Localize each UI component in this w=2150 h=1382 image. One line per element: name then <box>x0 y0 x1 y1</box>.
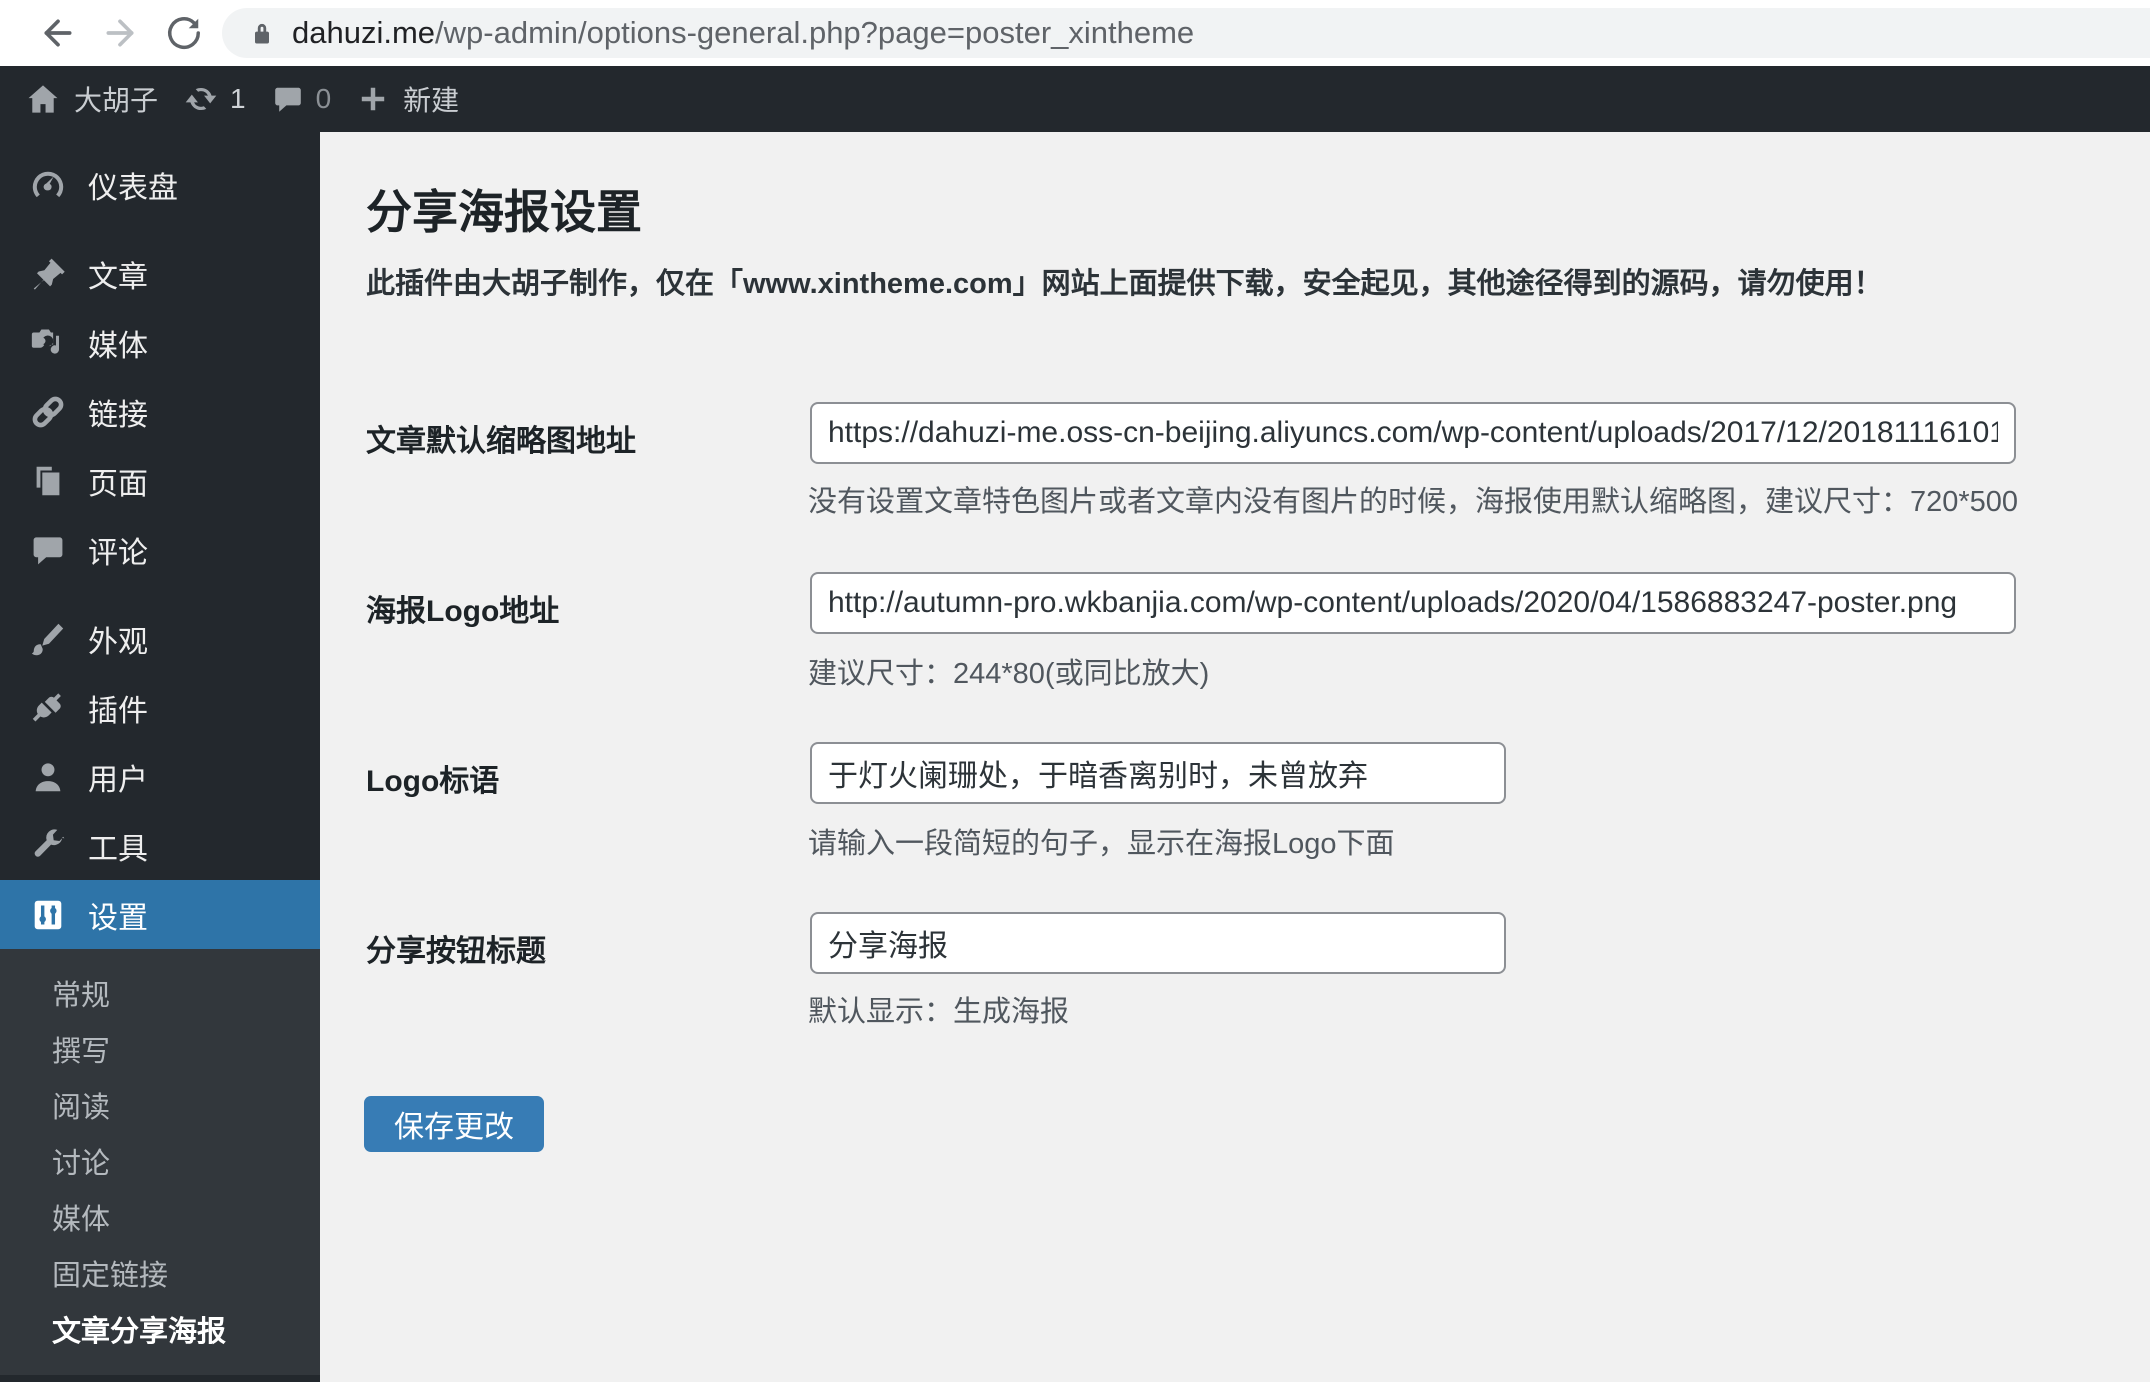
submenu-item-writing[interactable]: 撰写 <box>0 1021 320 1077</box>
toolbar-comments[interactable]: 0 <box>272 83 332 115</box>
tools-icon <box>28 826 68 866</box>
submenu-item-general[interactable]: 常规 <box>0 965 320 1021</box>
sidebar-item-plugins[interactable]: 插件 <box>0 673 320 742</box>
toolbar-new-label: 新建 <box>403 85 460 116</box>
sidebar-item-label: 链接 <box>88 398 148 432</box>
browser-chrome: dahuzi.me/wp-admin/options-general.php?p… <box>0 0 2150 66</box>
appearance-icon <box>28 619 68 659</box>
admin-sidebar: 仪表盘 文章 媒体 链接 页面 评论 外观 插件 用户 工具 设置 常规 撰写 … <box>0 132 338 1382</box>
main-content: 分享海报设置 此插件由大胡子制作，仅在「www.xintheme.com」网站上… <box>320 132 2150 1382</box>
plugin-notice: 此插件由大胡子制作，仅在「www.xintheme.com」网站上面提供下载，安… <box>366 268 1883 300</box>
links-icon <box>28 392 68 432</box>
url-host: dahuzi.me <box>292 15 436 50</box>
submenu-label: 讨论 <box>52 1148 111 1180</box>
field-hint-poster-logo: 建议尺寸：244*80(或同比放大) <box>808 658 1210 690</box>
sidebar-item-media[interactable]: 媒体 <box>0 308 320 377</box>
settings-icon <box>28 895 68 935</box>
posts-icon <box>28 254 68 294</box>
sidebar-item-label: 外观 <box>88 625 148 659</box>
sidebar-item-links[interactable]: 链接 <box>0 377 320 446</box>
submenu-label: 媒体 <box>52 1204 111 1236</box>
settings-submenu: 常规 撰写 阅读 讨论 媒体 固定链接 文章分享海报 <box>0 949 320 1375</box>
comments-icon <box>28 530 68 570</box>
toolbar-site-name: 大胡子 <box>74 85 159 116</box>
submenu-item-permalinks[interactable]: 固定链接 <box>0 1245 320 1301</box>
url-path: /wp-admin/options-general.php?page=poste… <box>435 15 1195 50</box>
submenu-item-reading[interactable]: 阅读 <box>0 1077 320 1133</box>
pages-icon <box>28 461 68 501</box>
plus-icon <box>357 83 389 115</box>
updates-icon <box>184 82 218 116</box>
dashboard-icon <box>28 165 68 205</box>
sidebar-item-label: 媒体 <box>88 329 148 363</box>
field-label-share-button-title: 分享按钮标题 <box>366 935 546 968</box>
screen: dahuzi.me/wp-admin/options-general.php?p… <box>0 0 2150 1382</box>
address-bar[interactable]: dahuzi.me/wp-admin/options-general.php?p… <box>222 8 2150 58</box>
sidebar-item-appearance[interactable]: 外观 <box>0 604 320 673</box>
sidebar-item-comments[interactable]: 评论 <box>0 515 320 584</box>
menu-separator <box>0 584 320 604</box>
media-icon <box>28 323 68 363</box>
poster-logo-url-input[interactable] <box>810 572 2016 634</box>
field-label-logo-slogan: Logo标语 <box>366 765 500 798</box>
sidebar-item-dashboard[interactable]: 仪表盘 <box>0 150 320 219</box>
sidebar-item-label: 插件 <box>88 694 148 728</box>
sidebar-item-label: 页面 <box>88 467 148 501</box>
logo-slogan-input[interactable] <box>810 742 1506 804</box>
submenu-label: 阅读 <box>52 1092 111 1124</box>
submenu-label: 固定链接 <box>52 1260 169 1292</box>
toolbar-new[interactable]: 新建 <box>357 79 459 119</box>
default-thumbnail-url-input[interactable] <box>810 402 2016 464</box>
sidebar-item-label: 工具 <box>88 832 148 866</box>
sidebar-item-settings[interactable]: 设置 <box>0 880 338 949</box>
submenu-item-discussion[interactable]: 讨论 <box>0 1133 320 1189</box>
users-icon <box>28 757 68 797</box>
field-hint-share-button-title: 默认显示：生成海报 <box>808 996 1070 1028</box>
field-hint-logo-slogan: 请输入一段简短的句子，显示在海报Logo下面 <box>808 828 1395 860</box>
field-hint-default-thumbnail: 没有设置文章特色图片或者文章内没有图片的时候，海报使用默认缩略图，建议尺寸：72… <box>808 486 2019 518</box>
submenu-item-media[interactable]: 媒体 <box>0 1189 320 1245</box>
save-changes-button[interactable]: 保存更改 <box>364 1096 544 1152</box>
plugins-icon <box>28 688 68 728</box>
update-count: 1 <box>230 83 246 114</box>
field-label-poster-logo: 海报Logo地址 <box>366 595 560 628</box>
back-icon[interactable] <box>36 11 80 55</box>
sidebar-item-users[interactable]: 用户 <box>0 742 320 811</box>
submenu-label: 常规 <box>52 980 111 1012</box>
sidebar-item-tools[interactable]: 工具 <box>0 811 320 880</box>
page-title: 分享海报设置 <box>366 186 642 238</box>
field-label-default-thumbnail: 文章默认缩略图地址 <box>366 425 636 458</box>
home-icon <box>26 82 60 116</box>
submenu-item-share-poster[interactable]: 文章分享海报 <box>0 1301 320 1357</box>
sidebar-item-label: 文章 <box>88 260 148 294</box>
toolbar-site-menu[interactable]: 大胡子 <box>26 79 158 119</box>
sidebar-item-label: 用户 <box>88 763 148 797</box>
comment-count: 0 <box>315 83 332 114</box>
lock-icon <box>248 19 276 47</box>
comment-bubble-icon <box>272 83 304 115</box>
submenu-label: 撰写 <box>52 1036 111 1068</box>
reload-icon[interactable] <box>162 11 206 55</box>
toolbar-updates[interactable]: 1 <box>184 82 246 116</box>
sidebar-item-pages[interactable]: 页面 <box>0 446 320 515</box>
sidebar-item-label: 设置 <box>88 901 148 935</box>
forward-icon[interactable] <box>98 11 142 55</box>
sidebar-item-posts[interactable]: 文章 <box>0 239 320 308</box>
wp-admin-toolbar: 大胡子 1 0 新建 <box>0 66 2150 132</box>
submenu-label: 文章分享海报 <box>52 1316 227 1348</box>
sidebar-item-label: 评论 <box>88 536 148 570</box>
share-button-title-input[interactable] <box>810 912 1506 974</box>
sidebar-item-label: 仪表盘 <box>88 171 178 205</box>
url-text: dahuzi.me/wp-admin/options-general.php?p… <box>292 15 1194 51</box>
menu-separator <box>0 219 320 239</box>
